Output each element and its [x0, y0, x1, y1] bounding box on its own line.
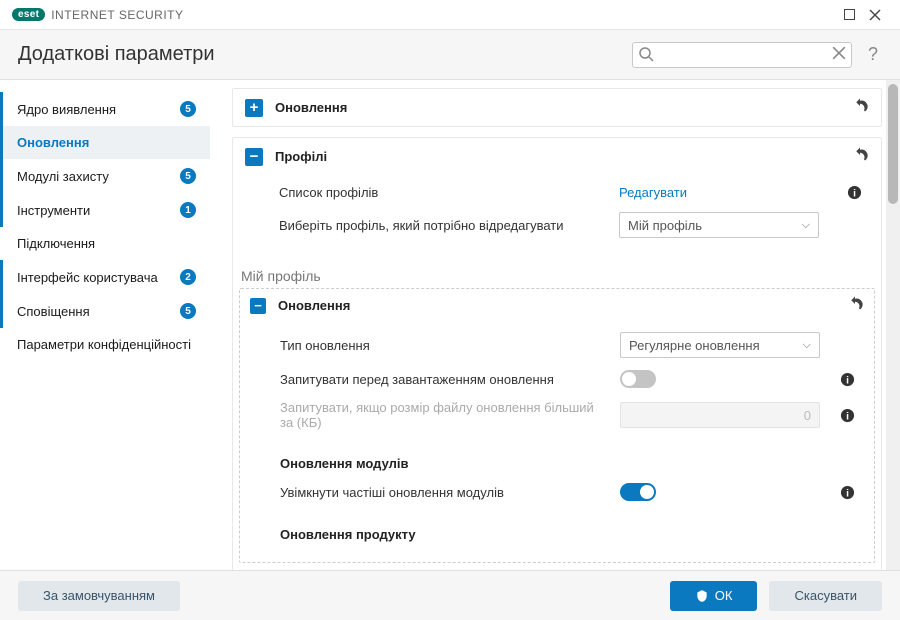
sidebar-item-label: Інструменти — [17, 203, 174, 218]
undo-button[interactable] — [851, 146, 869, 167]
search-input[interactable] — [632, 42, 852, 68]
footer: За замовчуванням ОК Скасувати — [0, 570, 900, 620]
undo-icon — [846, 295, 864, 313]
panel-profiles: − Профілі Список профілів Редагувати i — [232, 137, 882, 570]
undo-icon — [851, 97, 869, 115]
panel-title: Оновлення — [278, 298, 834, 313]
sidebar-item-label: Інтерфейс користувача — [17, 270, 174, 285]
sidebar-item-notifications[interactable]: Сповіщення 5 — [0, 294, 210, 328]
panel-title: Оновлення — [275, 100, 839, 115]
maximize-button[interactable] — [836, 2, 862, 28]
shield-icon — [695, 589, 709, 603]
profile-select[interactable]: Мій профіль ⌵ — [619, 212, 819, 238]
current-profile-label: Мій профіль — [229, 268, 881, 284]
search-box — [632, 42, 852, 68]
frequent-updates-toggle[interactable] — [620, 483, 656, 501]
collapse-icon[interactable]: − — [245, 148, 263, 166]
default-button[interactable]: За замовчуванням — [18, 581, 180, 611]
close-icon — [869, 9, 881, 21]
content-area: + Оновлення − Профілі — [210, 80, 886, 570]
info-button[interactable]: i — [840, 485, 862, 500]
sidebar-badge: 5 — [180, 101, 196, 117]
sidebar-item-ui[interactable]: Інтерфейс користувача 2 — [0, 260, 210, 294]
sidebar-item-connection[interactable]: Підключення — [0, 227, 210, 260]
sidebar-item-label: Сповіщення — [17, 304, 174, 319]
sidebar-item-label: Підключення — [17, 236, 196, 251]
ok-button[interactable]: ОК — [670, 581, 758, 611]
brand-badge: eset — [12, 8, 45, 21]
sidebar-badge: 5 — [180, 168, 196, 184]
panel-title: Профілі — [275, 149, 839, 164]
sidebar-item-label: Оновлення — [17, 135, 196, 150]
info-icon: i — [840, 372, 855, 387]
app-logo: eset INTERNET SECURITY — [12, 8, 184, 22]
info-button[interactable]: i — [840, 372, 862, 387]
vertical-scrollbar[interactable] — [886, 80, 900, 570]
titlebar: eset INTERNET SECURITY — [0, 0, 900, 30]
info-icon: i — [847, 185, 862, 200]
info-button[interactable]: i — [840, 408, 862, 423]
ask-before-download-label: Запитувати перед завантаженням оновлення — [280, 372, 610, 387]
ask-size-input: 0 — [620, 402, 820, 428]
sidebar-item-protection-modules[interactable]: Модулі захисту 5 — [0, 159, 210, 193]
sidebar-badge: 5 — [180, 303, 196, 319]
cancel-button[interactable]: Скасувати — [769, 581, 882, 611]
profile-select-value: Мій профіль — [628, 218, 702, 233]
undo-button[interactable] — [846, 295, 864, 316]
chevron-down-icon: ⌵ — [803, 339, 811, 352]
update-type-select[interactable]: Регулярне оновлення ⌵ — [620, 332, 820, 358]
close-button[interactable] — [862, 2, 888, 28]
sidebar: Ядро виявлення 5 Оновлення Модулі захист… — [0, 80, 210, 570]
chevron-down-icon: ⌵ — [802, 219, 810, 232]
search-icon — [638, 46, 654, 65]
info-icon: i — [840, 485, 855, 500]
svg-text:i: i — [846, 375, 849, 386]
edit-profiles-link[interactable]: Редагувати — [619, 185, 687, 200]
sidebar-item-update[interactable]: Оновлення — [0, 126, 210, 159]
modules-update-heading: Оновлення модулів — [280, 456, 862, 471]
update-type-label: Тип оновлення — [280, 338, 610, 353]
svg-text:i: i — [846, 488, 849, 499]
header: Додаткові параметри ? — [0, 30, 900, 80]
undo-icon — [851, 146, 869, 164]
panel-nested-update: − Оновлення Тип оновлення Регулярне онов… — [239, 288, 875, 563]
panel-update: + Оновлення — [232, 88, 882, 127]
profile-list-label: Список профілів — [279, 185, 609, 200]
help-button[interactable]: ? — [864, 44, 882, 65]
info-button[interactable]: i — [847, 185, 869, 200]
svg-text:i: i — [846, 411, 849, 422]
select-profile-label: Виберіть профіль, який потрібно відредаг… — [279, 218, 609, 233]
scrollbar-thumb[interactable] — [888, 84, 898, 204]
ask-before-download-toggle[interactable] — [620, 370, 656, 388]
ask-size-label: Запитувати, якщо розмір файлу оновлення … — [280, 400, 610, 430]
product-update-heading: Оновлення продукту — [280, 527, 862, 542]
clear-search-icon[interactable] — [832, 46, 846, 63]
expand-icon[interactable]: + — [245, 99, 263, 117]
collapse-icon[interactable]: − — [250, 298, 266, 314]
undo-button[interactable] — [851, 97, 869, 118]
sidebar-badge: 1 — [180, 202, 196, 218]
sidebar-badge: 2 — [180, 269, 196, 285]
svg-text:i: i — [853, 188, 856, 199]
sidebar-item-privacy[interactable]: Параметри конфіденційності — [0, 328, 210, 361]
sidebar-item-label: Ядро виявлення — [17, 102, 174, 117]
page-title: Додаткові параметри — [18, 43, 215, 66]
info-icon: i — [840, 408, 855, 423]
update-type-value: Регулярне оновлення — [629, 338, 760, 353]
maximize-icon — [844, 9, 855, 20]
sidebar-item-label: Модулі захисту — [17, 169, 174, 184]
sidebar-item-tools[interactable]: Інструменти 1 — [0, 193, 210, 227]
frequent-updates-label: Увімкнути частіші оновлення модулів — [280, 485, 610, 500]
sidebar-item-label: Параметри конфіденційності — [17, 337, 196, 352]
product-name: INTERNET SECURITY — [51, 8, 183, 22]
sidebar-item-detection-engine[interactable]: Ядро виявлення 5 — [0, 92, 210, 126]
